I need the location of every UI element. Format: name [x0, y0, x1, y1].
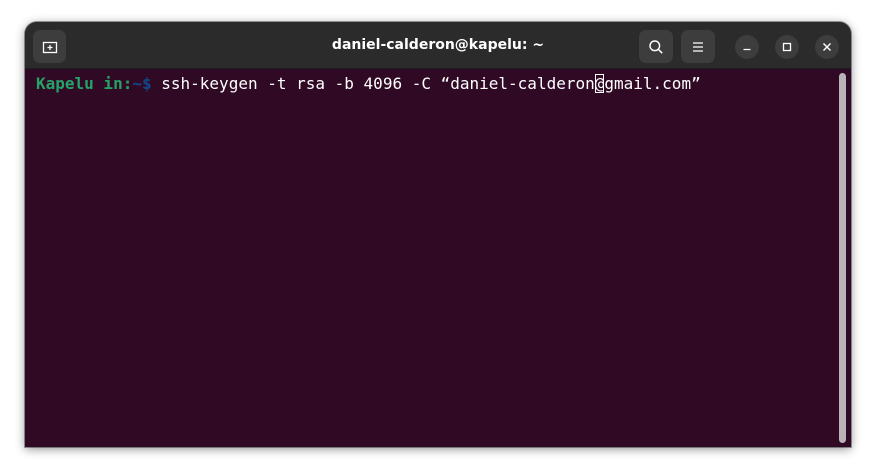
close-icon — [823, 43, 831, 51]
new-tab-button[interactable] — [33, 30, 66, 63]
title-bar[interactable]: daniel-calderon@kapelu: ~ — [25, 22, 851, 69]
command-text-tail: gmail.com” — [604, 74, 701, 93]
window-title: daniel-calderon@kapelu: ~ — [331, 37, 545, 53]
new-tab-icon — [42, 41, 57, 53]
minimize-icon — [743, 48, 751, 51]
search-icon — [649, 39, 663, 54]
maximize-icon — [782, 42, 792, 52]
command-line: Kapelu in:~$ ssh-keygen -t rsa -b 4096 -… — [36, 74, 701, 94]
menu-button[interactable] — [681, 30, 715, 63]
text-cursor: @ — [594, 74, 605, 93]
prompt-directory: ~ — [132, 74, 142, 93]
prompt-colon: : — [122, 74, 133, 93]
maximize-button[interactable] — [775, 35, 799, 59]
minimize-button[interactable] — [735, 35, 759, 59]
prompt-symbol: $ — [141, 74, 152, 93]
prompt-user: Kapelu in — [36, 74, 123, 93]
terminal-area[interactable]: Kapelu in:~$ ssh-keygen -t rsa -b 4096 -… — [25, 69, 851, 447]
hamburger-menu-icon — [693, 41, 703, 52]
close-button[interactable] — [815, 35, 839, 59]
command-text: ssh-keygen -t rsa -b 4096 -C “daniel-cal… — [151, 74, 595, 93]
scrollbar[interactable] — [839, 73, 846, 443]
terminal-window: daniel-calderon@kapelu: ~ Kapelu in:~$ s… — [25, 22, 851, 447]
search-button[interactable] — [639, 30, 673, 63]
